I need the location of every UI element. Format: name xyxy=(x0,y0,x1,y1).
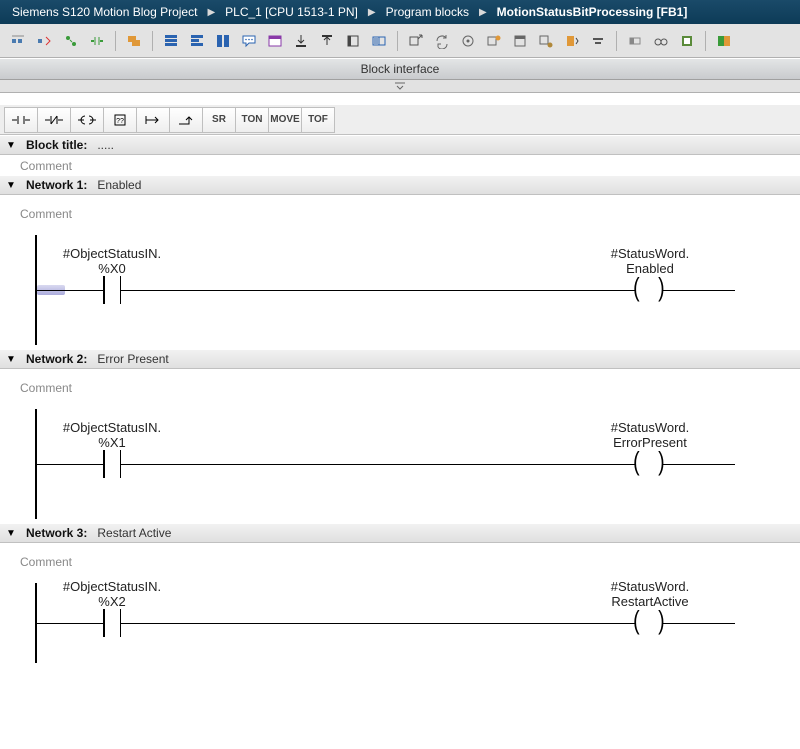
chevron-down-icon[interactable]: ▼ xyxy=(6,528,16,539)
wire xyxy=(121,290,635,291)
block-title-header[interactable]: ▼ Block title: ..... xyxy=(0,135,800,155)
toolbar-btn-1[interactable] xyxy=(8,30,30,52)
block-interface-label: Block interface xyxy=(361,62,440,76)
normally-open-contact[interactable] xyxy=(103,450,121,478)
contact-label[interactable]: #ObjectStatusIN. %X0 xyxy=(47,246,177,276)
toolbar-btn-10[interactable] xyxy=(264,30,286,52)
coil-label[interactable]: #StatusWord. ErrorPresent xyxy=(575,420,725,450)
block-title-label: Block title: xyxy=(26,138,87,152)
breadcrumb: Siemens S120 Motion Blog Project ▶ PLC_1… xyxy=(0,0,800,24)
output-coil[interactable]: () xyxy=(635,277,663,303)
breadcrumb-sep-icon: ▶ xyxy=(201,7,221,18)
toolbar-btn-4[interactable] xyxy=(86,30,108,52)
network-label: Network 3: xyxy=(26,526,87,540)
toolbar-btn-5[interactable] xyxy=(123,30,145,52)
toolbar-btn-22[interactable] xyxy=(587,30,609,52)
toolbar-glasses-icon[interactable] xyxy=(650,30,672,52)
wire xyxy=(35,464,103,465)
ladder-rung[interactable]: #ObjectStatusIN. %X2 #StatusWord. Restar… xyxy=(35,583,765,663)
output-coil[interactable]: () xyxy=(635,610,663,636)
normally-open-contact[interactable] xyxy=(103,609,121,637)
output-coil[interactable]: () xyxy=(635,451,663,477)
block-comment[interactable]: Comment xyxy=(0,155,800,175)
breadcrumb-sep-icon: ▶ xyxy=(362,7,382,18)
network-comment[interactable]: Comment xyxy=(0,203,800,223)
toolbar-download-icon[interactable] xyxy=(290,30,312,52)
toolbar-btn-3[interactable] xyxy=(60,30,82,52)
toolbar-goto-icon[interactable] xyxy=(405,30,427,52)
toolbar-refresh-icon[interactable] xyxy=(431,30,453,52)
wire xyxy=(663,623,735,624)
crumb-plc[interactable]: PLC_1 [CPU 1513-1 PN] xyxy=(221,5,362,19)
chevron-down-icon[interactable]: ▼ xyxy=(6,354,16,365)
network-desc[interactable]: Enabled xyxy=(97,178,141,192)
ladder-btn-branch-close[interactable] xyxy=(169,107,203,133)
wire xyxy=(35,623,103,624)
network-header-1[interactable]: ▼ Network 1: Enabled xyxy=(0,175,800,195)
ladder-btn-branch-open[interactable] xyxy=(136,107,170,133)
wire xyxy=(663,290,735,291)
wire xyxy=(121,464,635,465)
block-title-value[interactable]: ..... xyxy=(97,138,114,152)
block-interface-bar[interactable]: Block interface xyxy=(0,58,800,80)
breadcrumb-sep-icon: ▶ xyxy=(473,7,493,18)
toolbar-btn-25[interactable] xyxy=(676,30,698,52)
editor-toolbar xyxy=(0,24,800,58)
coil-label[interactable]: #StatusWord. Enabled xyxy=(575,246,725,276)
rail-extension xyxy=(35,290,37,338)
network-header-3[interactable]: ▼ Network 3: Restart Active xyxy=(0,523,800,543)
toolbar-comment-icon[interactable] xyxy=(238,30,260,52)
crumb-program-blocks[interactable]: Program blocks xyxy=(382,5,473,19)
ladder-btn-move[interactable]: MOVE xyxy=(268,107,302,133)
coil-label[interactable]: #StatusWord. RestartActive xyxy=(575,579,725,609)
toolbar-btn-18[interactable] xyxy=(483,30,505,52)
toolbar-btn-23[interactable] xyxy=(624,30,646,52)
ladder-rung[interactable]: #ObjectStatusIN. %X0 #StatusWord. Enable… xyxy=(35,235,765,345)
contact-label[interactable]: #ObjectStatusIN. %X2 xyxy=(47,579,177,609)
crumb-current-block[interactable]: MotionStatusBitProcessing [FB1] xyxy=(493,5,692,19)
network-header-2[interactable]: ▼ Network 2: Error Present xyxy=(0,349,800,369)
ladder-btn-sr[interactable]: SR xyxy=(202,107,236,133)
ladder-rung[interactable]: #ObjectStatusIN. %X1 #StatusWord. ErrorP… xyxy=(35,409,765,519)
wire xyxy=(663,464,735,465)
network-label: Network 1: xyxy=(26,178,87,192)
wire xyxy=(121,623,635,624)
toolbar-btn-14[interactable] xyxy=(368,30,390,52)
network-comment[interactable]: Comment xyxy=(0,377,800,397)
toolbar-upload-icon[interactable] xyxy=(316,30,338,52)
crumb-project[interactable]: Siemens S120 Motion Blog Project xyxy=(8,5,201,19)
ladder-element-toolbar: ?? SR TON MOVE TOF xyxy=(0,105,800,135)
expand-down-icon[interactable] xyxy=(393,80,407,92)
chevron-down-icon[interactable]: ▼ xyxy=(6,140,16,151)
ladder-btn-coil[interactable] xyxy=(70,107,104,133)
chevron-down-icon[interactable]: ▼ xyxy=(6,180,16,191)
editor-content: ▼ Block title: ..... Comment ▼ Network 1… xyxy=(0,135,800,749)
ladder-btn-closed-contact[interactable] xyxy=(37,107,71,133)
toolbar-btn-26[interactable] xyxy=(713,30,735,52)
toolbar-btn-7[interactable] xyxy=(186,30,208,52)
toolbar-btn-19[interactable] xyxy=(509,30,531,52)
ladder-btn-tof[interactable]: TOF xyxy=(301,107,335,133)
normally-open-contact[interactable] xyxy=(103,276,121,304)
toolbar-btn-20[interactable] xyxy=(535,30,557,52)
network-comment[interactable]: Comment xyxy=(0,551,800,571)
contact-label[interactable]: #ObjectStatusIN. %X1 xyxy=(47,420,177,450)
ladder-btn-ton[interactable]: TON xyxy=(235,107,269,133)
svg-text:??: ?? xyxy=(116,118,124,125)
toolbar-btn-13[interactable] xyxy=(342,30,364,52)
network-desc[interactable]: Error Present xyxy=(97,352,168,366)
ladder-btn-open-contact[interactable] xyxy=(4,107,38,133)
ladder-btn-box[interactable]: ?? xyxy=(103,107,137,133)
toolbar-btn-8[interactable] xyxy=(212,30,234,52)
network-desc[interactable]: Restart Active xyxy=(97,526,171,540)
toolbar-btn-6[interactable] xyxy=(160,30,182,52)
network-label: Network 2: xyxy=(26,352,87,366)
rail-extension xyxy=(35,464,37,512)
toolbar-btn-17[interactable] xyxy=(457,30,479,52)
toolbar-btn-2[interactable] xyxy=(34,30,56,52)
wire xyxy=(35,290,103,291)
toolbar-btn-21[interactable] xyxy=(561,30,583,52)
